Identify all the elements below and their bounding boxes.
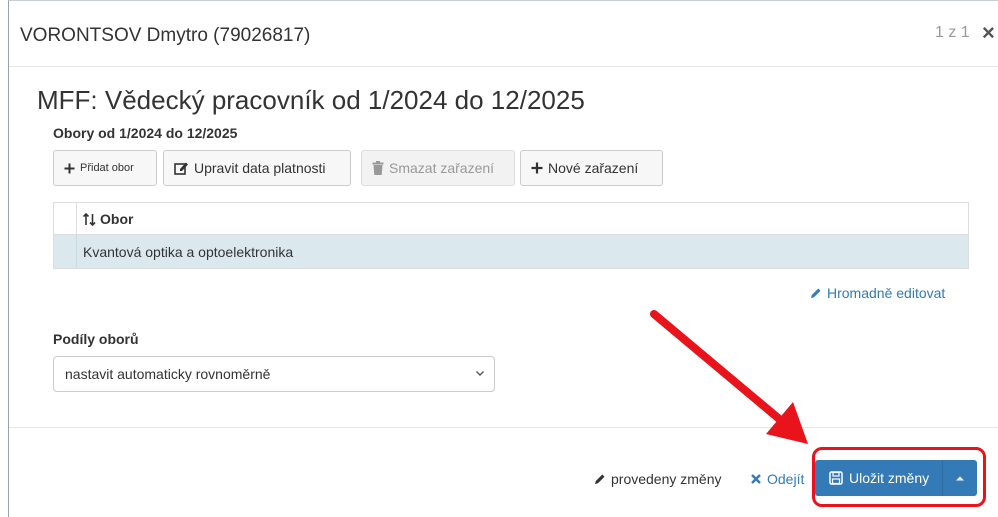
annotation-arrow [650,310,808,444]
